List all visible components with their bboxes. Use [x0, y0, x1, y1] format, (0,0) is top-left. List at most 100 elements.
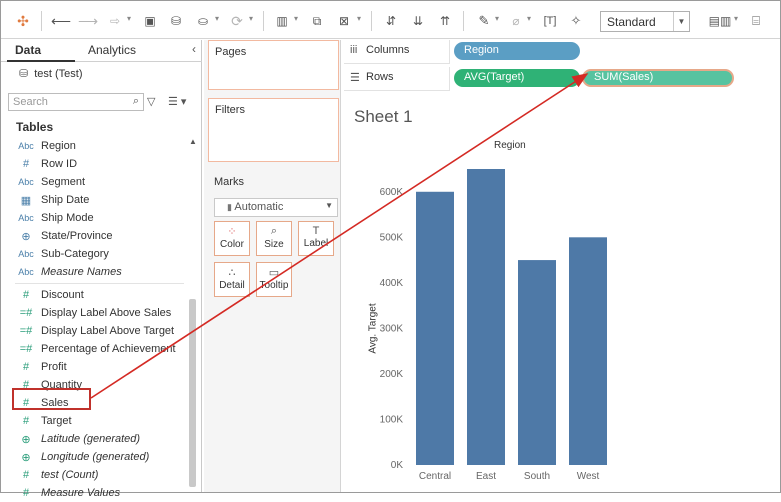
bar-south[interactable] [518, 260, 556, 465]
redo-arrow-icon[interactable]: ⇨ [105, 11, 125, 31]
x-tick-label: East [476, 471, 496, 482]
filter-icon[interactable]: ▽ [147, 95, 155, 108]
field-item[interactable]: # Profit [1, 358, 190, 376]
tab-analytics[interactable]: Analytics [88, 43, 136, 57]
field-label: Target [41, 415, 72, 427]
y-tick-label: 300K [380, 323, 404, 334]
tooltip-button[interactable]: ▭ Tooltip [256, 262, 292, 297]
forward-icon[interactable]: ⟶ [78, 11, 98, 31]
search-input[interactable]: Search ⌕ [8, 93, 144, 111]
collapse-pane-icon[interactable]: ‹ [192, 42, 196, 56]
datasource-icon: ⛁ [19, 68, 29, 80]
pause-updates-icon[interactable]: ⛀ [194, 11, 212, 31]
sum-sales-pill[interactable]: SUM(Sales) [582, 69, 734, 87]
field-item[interactable]: Abc Ship Mode [1, 209, 190, 227]
toolbar: ✣ ⟵ ⟶ ⇨ ▾ ▣ ⛁ ⛀ ▾ ⟳ ▾ ▥ ▾ ⧉ ⊠ ▾ ⇵ ⇊ ⇈ ✎ … [1, 1, 780, 39]
new-datasource-icon[interactable]: ⛁ [167, 11, 185, 31]
search-placeholder: Search [13, 96, 48, 108]
clear-sheet-icon[interactable]: ⊠ [334, 11, 354, 31]
label-button[interactable]: T Label [298, 221, 334, 256]
field-item[interactable]: Abc Sub-Category [1, 245, 190, 263]
field-list-scrollbar[interactable]: ▲ [189, 137, 197, 487]
field-label: Sub-Category [41, 248, 109, 260]
field-item[interactable]: # Measure Values [1, 484, 190, 502]
datasource-item[interactable]: ⛁ test (Test) [19, 67, 83, 81]
presentation-mode-icon[interactable]: ⌸ [746, 11, 766, 31]
back-icon[interactable]: ⟵ [51, 11, 71, 31]
chevron-down-icon[interactable]: ▾ [249, 14, 253, 23]
show-mark-labels-icon[interactable]: [T] [541, 11, 559, 31]
group-members-icon[interactable]: ⌀ [507, 11, 525, 31]
field-item[interactable]: ⊕ Latitude (generated) [1, 430, 190, 448]
field-item[interactable]: # Target [1, 412, 190, 430]
search-icon[interactable]: ⌕ [133, 95, 139, 108]
field-item[interactable]: # Discount [1, 286, 190, 304]
show-me-icon[interactable]: ▤▥ [709, 11, 732, 31]
duplicate-sheet-icon[interactable]: ⧉ [307, 11, 327, 31]
chevron-down-icon[interactable]: ▾ [215, 14, 219, 23]
field-item[interactable]: # test (Count) [1, 466, 190, 484]
field-item[interactable]: ⊕ Longitude (generated) [1, 448, 190, 466]
size-icon: ⌕ [270, 225, 278, 237]
chevron-down-icon[interactable]: ▾ [357, 14, 361, 23]
field-item[interactable]: Abc Measure Names [1, 263, 190, 281]
chevron-down-icon[interactable]: ▾ [527, 14, 531, 23]
sort-descending-icon[interactable]: ⇈ [435, 11, 455, 31]
field-label: Longitude (generated) [41, 451, 150, 463]
x-tick-label: Central [419, 471, 451, 482]
chevron-down-icon[interactable]: ▼ [673, 12, 689, 31]
field-item[interactable]: Abc Region [1, 137, 190, 155]
label-label: Label [303, 238, 329, 249]
rows-icon: ☰ [350, 72, 360, 84]
filters-card-title: Filters [215, 104, 245, 116]
field-item[interactable]: =# Display Label Above Target [1, 322, 190, 340]
view-options-icon[interactable]: ☰ ▾ [168, 95, 186, 108]
new-worksheet-icon[interactable]: ▥ [272, 11, 292, 31]
field-item[interactable]: # Row ID [1, 155, 190, 173]
marks-card-title: Marks [214, 176, 244, 188]
field-label: Ship Date [41, 194, 90, 206]
sort-ascending-icon[interactable]: ⇊ [408, 11, 428, 31]
fit-select[interactable]: Standard ▼ [600, 11, 690, 32]
detail-button[interactable]: ∴ Detail [214, 262, 250, 297]
columns-icon: iii [350, 44, 358, 56]
mark-type-select[interactable]: ▮ Automatic ▼ [214, 198, 338, 217]
globe-icon: ⊕ [21, 433, 31, 446]
field-label: Segment [41, 176, 86, 188]
save-icon[interactable]: ▣ [141, 11, 159, 31]
color-button[interactable]: ⁘ Color [214, 221, 250, 256]
avg-target-pill[interactable]: AVG(Target) [454, 69, 580, 87]
swap-rows-columns-icon[interactable]: ⇵ [381, 11, 401, 31]
field-label: Region [41, 140, 76, 152]
data-pane: Data Analytics ‹ ⛁ test (Test) Search ⌕ … [1, 40, 202, 499]
calculated-field-icon: =# [19, 307, 33, 319]
number-measure-icon: # [22, 469, 30, 481]
bar-west[interactable] [569, 237, 607, 465]
filters-card[interactable]: Filters [208, 98, 339, 162]
x-tick-label: West [577, 471, 600, 482]
tableau-logo-icon[interactable]: ✣ [13, 11, 33, 31]
pin-icon[interactable]: ✧ [567, 11, 585, 31]
field-item[interactable]: Abc Segment [1, 173, 190, 191]
pages-card[interactable]: Pages [208, 40, 339, 90]
size-button[interactable]: ⌕ Size [256, 221, 292, 256]
field-item[interactable]: ▦ Ship Date [1, 191, 190, 209]
scroll-up-icon[interactable]: ▲ [189, 137, 197, 146]
string-type-icon: Abc [18, 177, 34, 187]
chevron-down-icon[interactable]: ▾ [495, 14, 499, 23]
chevron-down-icon[interactable]: ▼ [325, 201, 333, 210]
tab-data[interactable]: Data [15, 43, 41, 57]
field-item[interactable]: =# Percentage of Achievement [1, 340, 190, 358]
highlight-pen-icon[interactable]: ✎ [475, 11, 493, 31]
chevron-down-icon[interactable]: ▾ [294, 14, 298, 23]
region-pill[interactable]: Region [454, 42, 580, 60]
scroll-thumb[interactable] [189, 299, 196, 487]
bar-central[interactable] [416, 191, 454, 465]
field-item[interactable]: =# Display Label Above Sales [1, 304, 190, 322]
chevron-down-icon[interactable]: ▾ [734, 14, 738, 23]
bar-east[interactable] [467, 169, 505, 465]
refresh-icon[interactable]: ⟳ [227, 11, 247, 31]
field-label: Percentage of Achievement [41, 343, 176, 355]
chevron-down-icon[interactable]: ▾ [127, 14, 131, 23]
field-item[interactable]: ⊕ State/Province [1, 227, 190, 245]
